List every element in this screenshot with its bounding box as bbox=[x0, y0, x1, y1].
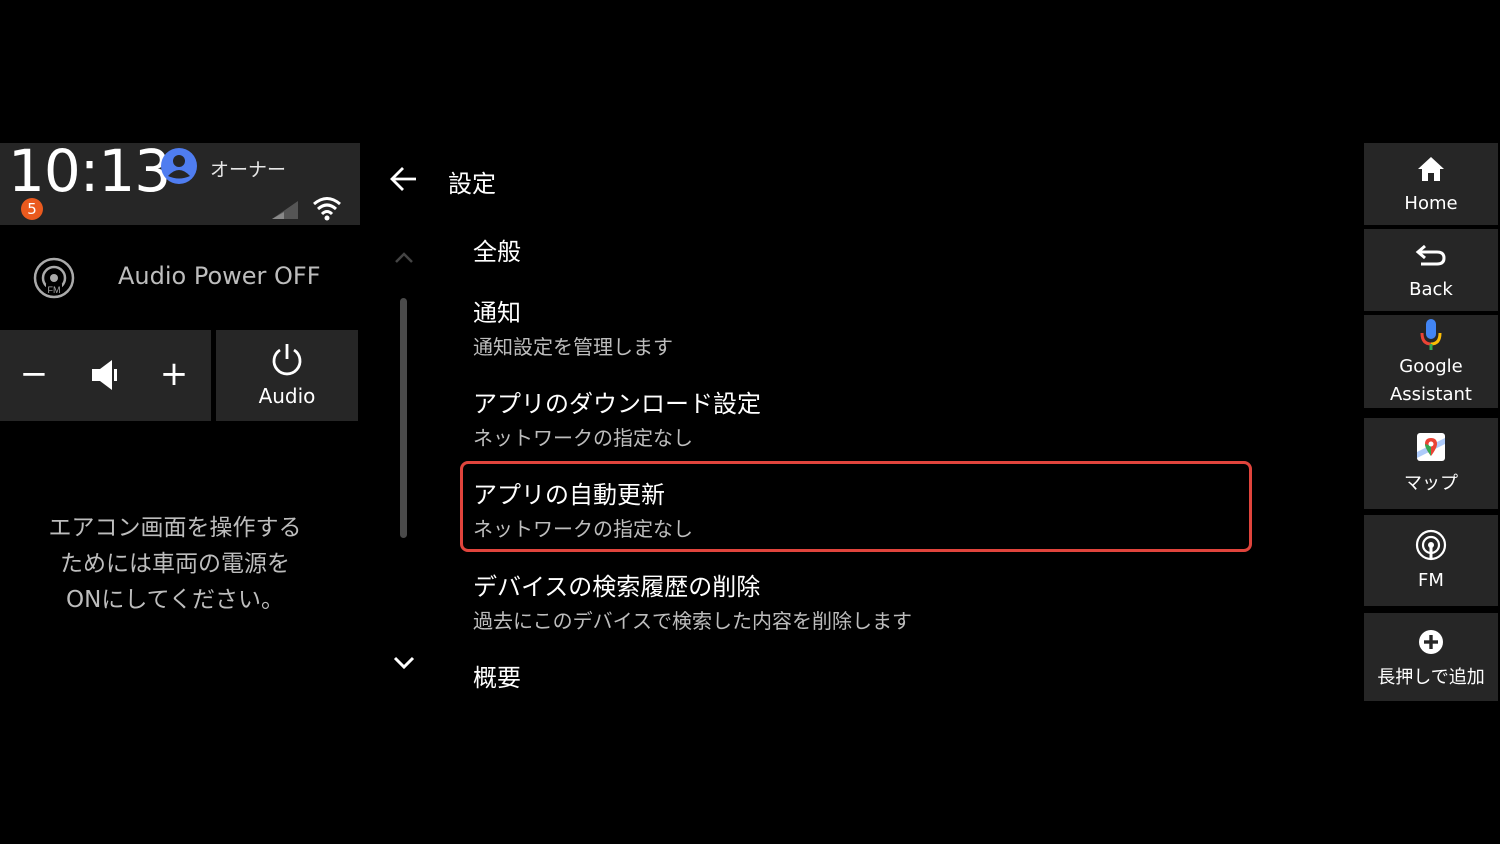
back-icon bbox=[1415, 244, 1446, 266]
power-icon bbox=[272, 344, 302, 376]
audio-status-row[interactable]: FM Audio Power OFF bbox=[0, 238, 360, 318]
audio-power-button[interactable]: Audio bbox=[216, 330, 358, 421]
setting-subtitle: ネットワークの指定なし bbox=[473, 517, 693, 541]
section-header-general: 全般 bbox=[473, 238, 521, 266]
setting-title: 通知 bbox=[473, 299, 521, 327]
scrollbar-thumb[interactable] bbox=[400, 298, 407, 538]
dock-home-button[interactable]: Home bbox=[1364, 143, 1498, 225]
speaker-icon[interactable] bbox=[88, 356, 122, 394]
climate-power-notice: エアコン画面を操作する ためには車両の電源を ONにしてください。 bbox=[20, 510, 330, 618]
add-circle-icon bbox=[1419, 630, 1443, 654]
setting-title: デバイスの検索履歴の削除 bbox=[473, 573, 761, 601]
user-avatar-icon[interactable] bbox=[160, 147, 198, 185]
setting-subtitle: 過去にこのデバイスで検索した内容を削除します bbox=[473, 609, 912, 633]
wifi-icon bbox=[313, 197, 341, 221]
setting-title: アプリのダウンロード設定 bbox=[473, 390, 761, 418]
dock-label: マップ bbox=[1404, 473, 1458, 494]
section-header-about: 概要 bbox=[473, 664, 521, 692]
user-name[interactable]: オーナー bbox=[210, 155, 286, 182]
settings-item-app-download[interactable]: アプリのダウンロード設定 ネットワークの指定なし bbox=[460, 370, 1252, 461]
microphone-icon bbox=[1420, 319, 1442, 350]
cellular-signal-icon bbox=[272, 201, 298, 219]
setting-subtitle: 通知設定を管理します bbox=[473, 335, 673, 359]
climate-note-line: エアコン画面を操作する bbox=[48, 515, 302, 541]
dock-google-assistant-button[interactable]: Google Assistant bbox=[1364, 315, 1498, 408]
back-arrow-icon[interactable] bbox=[388, 164, 420, 194]
svg-text:FM: FM bbox=[48, 285, 61, 295]
audio-status-text: Audio Power OFF bbox=[118, 262, 321, 290]
page-title: 設定 bbox=[448, 170, 496, 198]
notification-badge[interactable]: 5 bbox=[21, 198, 43, 220]
dock-fm-button[interactable]: FM bbox=[1364, 515, 1498, 606]
scroll-down-chevron-icon[interactable] bbox=[391, 652, 417, 674]
dock-label: Assistant bbox=[1389, 384, 1472, 405]
clock: 10:13 bbox=[8, 137, 171, 205]
radio-icon bbox=[1415, 529, 1447, 561]
google-maps-icon bbox=[1417, 433, 1445, 461]
dock-label: Google bbox=[1399, 356, 1463, 377]
climate-note-line: ONにしてください。 bbox=[66, 587, 284, 613]
dock-maps-button[interactable]: マップ bbox=[1364, 418, 1498, 509]
dock-label: 長押しで追加 bbox=[1377, 667, 1485, 688]
dock-label: Home bbox=[1404, 193, 1458, 214]
fm-radio-icon: FM bbox=[33, 257, 75, 299]
climate-note-line: ためには車両の電源を bbox=[60, 551, 290, 577]
setting-subtitle: ネットワークの指定なし bbox=[473, 426, 693, 450]
scroll-up-chevron-icon[interactable] bbox=[392, 248, 416, 268]
setting-title: アプリの自動更新 bbox=[473, 481, 665, 509]
settings-item-auto-update[interactable]: アプリの自動更新 ネットワークの指定なし bbox=[460, 461, 1252, 552]
dock-label: Back bbox=[1409, 279, 1453, 300]
volume-controls: − + bbox=[0, 330, 211, 421]
dock-add-shortcut-button[interactable]: 長押しで追加 bbox=[1364, 613, 1498, 701]
audio-button-label: Audio bbox=[258, 384, 316, 408]
dock-back-button[interactable]: Back bbox=[1364, 229, 1498, 311]
volume-down-button[interactable]: − bbox=[4, 330, 64, 421]
volume-up-button[interactable]: + bbox=[144, 330, 204, 421]
settings-item-notifications[interactable]: 通知 通知設定を管理します bbox=[460, 279, 1252, 370]
status-bar: 10:13 5 オーナー bbox=[0, 137, 360, 225]
settings-item-clear-search-history[interactable]: デバイスの検索履歴の削除 過去にこのデバイスで検索した内容を削除します bbox=[460, 553, 1252, 644]
dock-label: FM bbox=[1418, 570, 1444, 591]
home-icon bbox=[1418, 157, 1444, 181]
